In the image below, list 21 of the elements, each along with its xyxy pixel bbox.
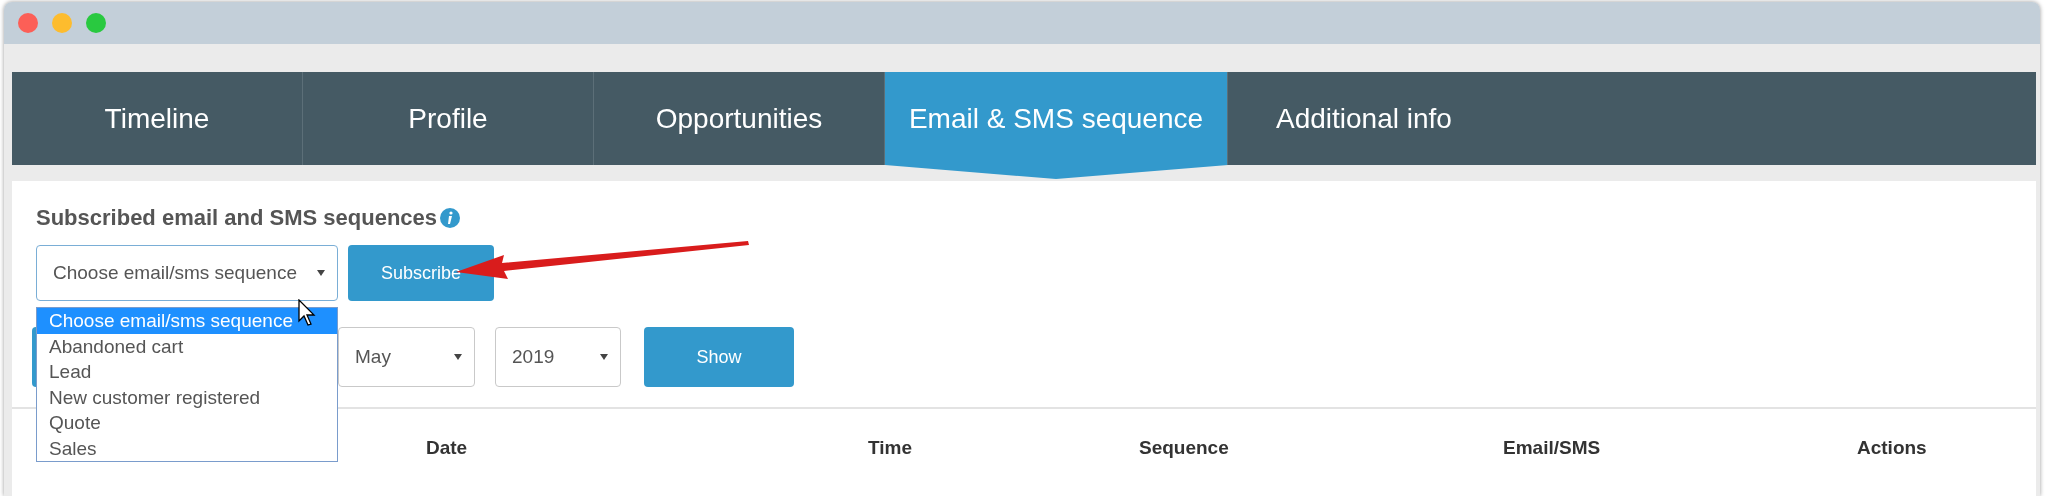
column-header: Email/SMS — [1503, 437, 1602, 459]
dropdown-option[interactable]: Sales — [37, 435, 337, 461]
sequence-select[interactable]: Choose email/sms sequence — [36, 245, 338, 301]
caret-icon — [600, 354, 608, 360]
column-header: Date — [426, 437, 469, 459]
close-button[interactable] — [18, 13, 38, 33]
column-header: Sequence — [1139, 437, 1230, 459]
dropdown-option[interactable]: Lead — [37, 359, 337, 385]
info-icon[interactable] — [439, 207, 462, 229]
zoom-button[interactable] — [86, 13, 106, 33]
minimize-button[interactable] — [52, 13, 72, 33]
caret-icon — [317, 270, 325, 276]
caret-icon — [454, 354, 462, 360]
month-select[interactable]: May — [338, 327, 475, 387]
column-header: Actions — [1857, 437, 1928, 459]
dropdown-option[interactable]: New customer registered — [37, 384, 337, 410]
section-title: Subscribed email and SMS sequences — [36, 205, 438, 231]
year-select[interactable]: 2019 — [495, 327, 621, 387]
dropdown-option[interactable]: Abandoned cart — [37, 333, 337, 359]
dropdown-option[interactable]: Quote — [37, 410, 337, 436]
column-header: Time — [868, 437, 913, 459]
